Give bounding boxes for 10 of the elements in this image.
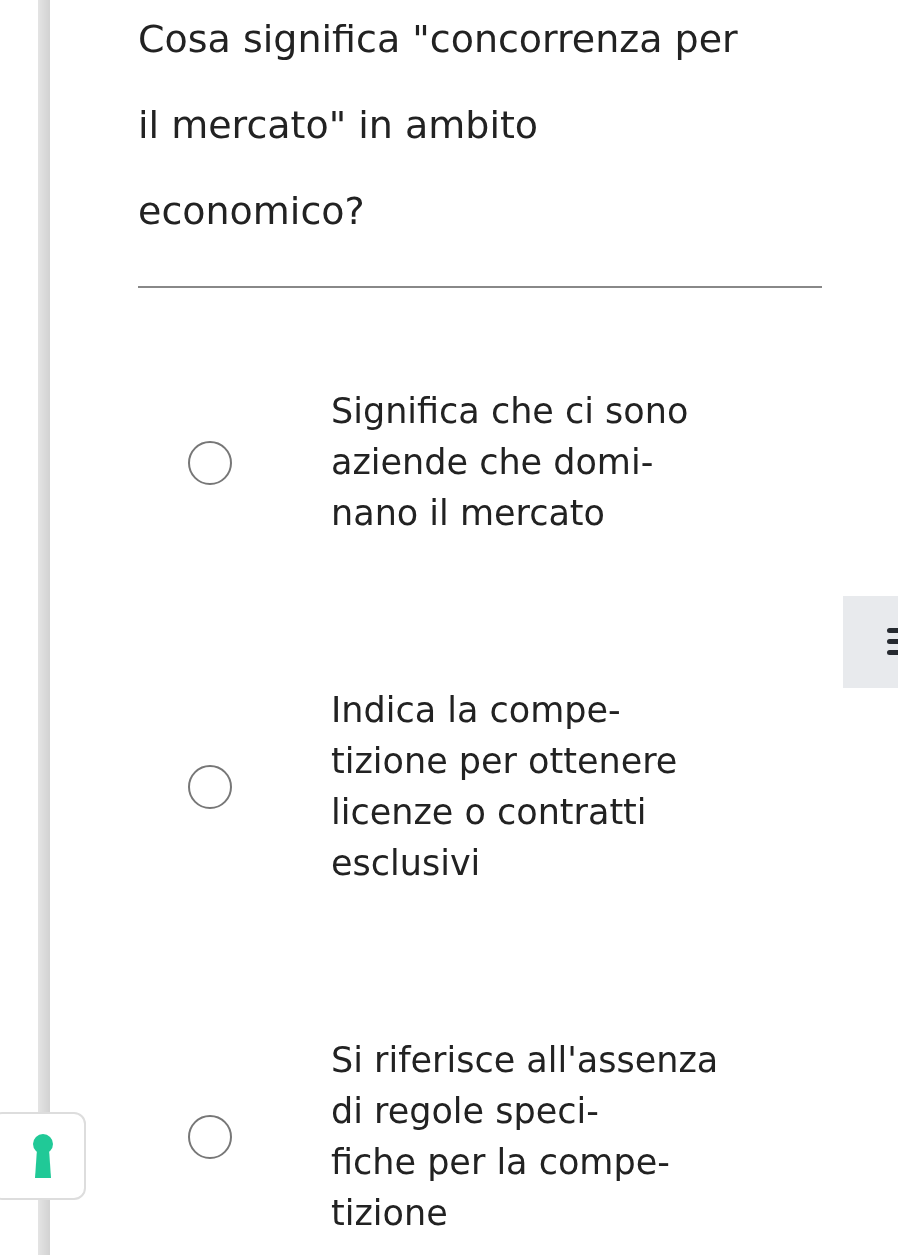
radio-button[interactable] [188, 440, 232, 485]
option-text[interactable]: Si riferisce all'assenza di regole speci- fiche per la compe- tizione [331, 1035, 719, 1239]
keyhole-icon [32, 1133, 54, 1179]
option-text[interactable]: Significa che ci sono aziende che domi- nano il mercato [331, 386, 689, 539]
option-text[interactable]: Indica la compe- tizione per ottenere licenze o contratti esclusivi [331, 685, 678, 889]
menu-icon [887, 628, 898, 656]
question-text: Cosa significa "concorrenza per il mercato" in ambito economico? [138, 16, 739, 235]
radio-button[interactable] [188, 765, 232, 809]
radio-button[interactable] [188, 1115, 232, 1159]
side-tab[interactable] [843, 596, 898, 688]
